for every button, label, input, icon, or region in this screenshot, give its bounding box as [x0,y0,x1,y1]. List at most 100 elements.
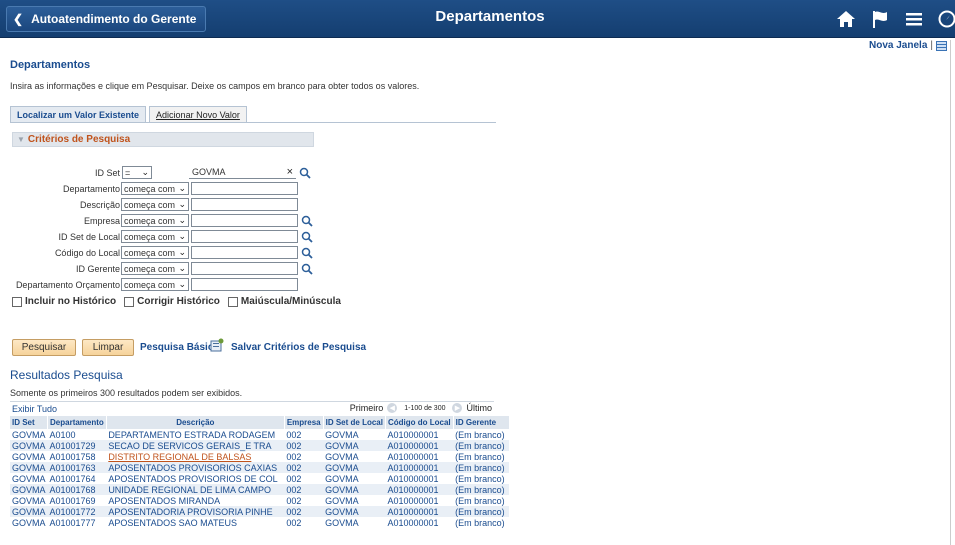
table-cell[interactable]: (Em branco) [453,495,510,506]
table-cell[interactable]: A01001768 [47,484,107,495]
table-cell[interactable]: A010000001 [385,451,454,462]
column-header[interactable]: Descrição [106,416,285,429]
setid-input[interactable]: GOVMA × [189,166,296,179]
clear-icon[interactable]: × [287,166,293,178]
table-cell[interactable]: GOVMA [10,484,48,495]
table-cell[interactable]: GOVMA [10,506,48,517]
table-cell[interactable]: (Em branco) [453,462,510,473]
table-row[interactable]: GOVMA A0100 DEPARTAMENTO ESTRADA RODAGEM 00… [10,429,510,440]
table-cell[interactable]: GOVMA [323,429,386,440]
table-cell[interactable]: GOVMA [323,506,386,517]
table-row[interactable]: GOVMA A01001768 UNIDADE REGIONAL DE LIMA C… [10,484,510,495]
table-row[interactable]: GOVMA A01001777 APOSENTADOS SAO MATEUS 002 G… [10,517,510,528]
basic-search-link[interactable]: Pesquisa Básica [140,342,219,353]
table-cell[interactable]: 002 [284,517,324,528]
table-row[interactable]: GOVMA A01001772 APOSENTADORIA PROVISORIA P… [10,506,510,517]
table-row[interactable]: GOVMA A01001764 APOSENTADOS PROVISORIOS DE… [10,473,510,484]
operator-select[interactable]: começa com ⌄ [121,198,189,211]
table-cell[interactable]: A01001764 [47,473,107,484]
first-link[interactable]: Primeiro [350,403,384,413]
table-cell[interactable]: APOSENTADOS PROVISORIOS DE COL [106,473,285,484]
scrollbar[interactable] [950,40,951,545]
column-header[interactable]: Departamento [47,416,107,429]
table-cell[interactable]: (Em branco) [453,473,510,484]
search-icon[interactable] [301,231,313,243]
table-cell[interactable]: A010000001 [385,506,454,517]
new-window-link[interactable]: Nova Janela [869,40,927,51]
column-header[interactable]: ID Set [10,416,49,429]
budget-department-input[interactable] [191,278,298,291]
table-cell[interactable]: (Em branco) [453,506,510,517]
menu-icon[interactable] [904,9,924,29]
table-cell[interactable]: A01001763 [47,462,107,473]
table-cell[interactable]: APOSENTADOS MIRANDA [106,495,285,506]
correct-history-checkbox[interactable] [124,296,135,307]
table-cell[interactable]: 002 [284,451,324,462]
description-input[interactable] [191,198,298,211]
table-cell[interactable]: A0100 [47,429,107,440]
location-code-input[interactable] [191,246,298,259]
column-header[interactable]: Código do Local [385,416,454,429]
table-cell[interactable]: 002 [284,473,324,484]
back-button[interactable]: ❮ Autoatendimento do Gerente [6,6,206,32]
table-cell[interactable]: GOVMA [10,473,48,484]
table-cell[interactable]: APOSENTADOS SAO MATEUS [106,517,285,528]
tab-find-existing[interactable]: Localizar um Valor Existente [10,106,147,123]
table-cell[interactable]: GOVMA [323,473,386,484]
table-cell[interactable]: A01001777 [47,517,107,528]
table-cell[interactable]: GOVMA [323,451,386,462]
table-cell[interactable]: GOVMA [10,440,48,451]
table-cell[interactable]: A010000001 [385,440,454,451]
table-cell[interactable]: UNIDADE REGIONAL DE LIMA CAMPO [106,484,285,495]
operator-select[interactable]: começa com ⌄ [121,246,189,259]
column-header[interactable]: Empresa [284,416,324,429]
table-cell[interactable]: A01001769 [47,495,107,506]
previous-icon[interactable]: ◀ [387,403,398,413]
operator-select[interactable]: começa com ⌄ [121,182,189,195]
location-setid-input[interactable] [191,230,298,243]
table-cell[interactable]: GOVMA [323,462,386,473]
correct-history-option[interactable]: Corrigir Histórico [124,296,220,307]
operator-select[interactable]: = ⌄ [122,166,152,179]
department-input[interactable] [191,182,298,195]
operator-select[interactable]: começa com ⌄ [121,230,189,243]
search-icon[interactable] [301,263,313,275]
operator-select[interactable]: começa com ⌄ [121,262,189,275]
table-row[interactable]: GOVMA A01001729 SECAO DE SERVICOS GERAIS_E… [10,440,510,451]
table-cell[interactable]: GOVMA [10,462,48,473]
table-cell[interactable]: APOSENTADOS PROVISORIOS CAXIAS [106,462,285,473]
save-search-icon[interactable] [210,338,224,352]
table-row[interactable]: GOVMA A01001769 APOSENTADOS MIRANDA 002 GOVM… [10,495,510,506]
tab-add-new[interactable]: Adicionar Novo Valor [149,106,247,123]
table-cell[interactable]: A01001772 [47,506,107,517]
table-cell[interactable]: DISTRITO REGIONAL DE BALSAS [106,451,285,462]
table-cell[interactable]: 002 [284,429,324,440]
table-cell[interactable]: 002 [284,506,324,517]
search-icon[interactable] [301,215,313,227]
table-cell[interactable]: DEPARTAMENTO ESTRADA RODAGEM [106,429,285,440]
home-icon[interactable] [836,9,856,29]
include-history-option[interactable]: Incluir no Histórico [12,296,116,307]
table-row[interactable]: GOVMA A01001758 DISTRITO REGIONAL DE BALSA… [10,451,510,462]
table-cell[interactable]: GOVMA [323,517,386,528]
search-icon[interactable] [299,167,311,179]
table-cell[interactable]: GOVMA [10,517,48,528]
table-cell[interactable]: A010000001 [385,484,454,495]
table-cell[interactable]: APOSENTADORIA PROVISORIA PINHE [106,506,285,517]
table-cell[interactable]: GOVMA [323,440,386,451]
table-row[interactable]: GOVMA A01001763 APOSENTADOS PROVISORIOS CA… [10,462,510,473]
table-cell[interactable]: 002 [284,495,324,506]
criteria-section-header[interactable]: ▼ Critérios de Pesquisa [12,132,314,147]
last-link[interactable]: Último [466,403,492,413]
table-cell[interactable]: A01001758 [47,451,107,462]
table-cell[interactable]: A010000001 [385,517,454,528]
personalize-grid-icon[interactable] [936,40,947,51]
table-cell[interactable]: A010000001 [385,473,454,484]
search-button[interactable]: Pesquisar [12,339,76,356]
table-cell[interactable]: A010000001 [385,429,454,440]
table-cell[interactable]: (Em branco) [453,517,510,528]
table-cell[interactable]: A010000001 [385,495,454,506]
column-header[interactable]: ID Gerente [453,416,510,429]
table-cell[interactable]: 002 [284,440,324,451]
flag-icon[interactable] [870,9,890,29]
